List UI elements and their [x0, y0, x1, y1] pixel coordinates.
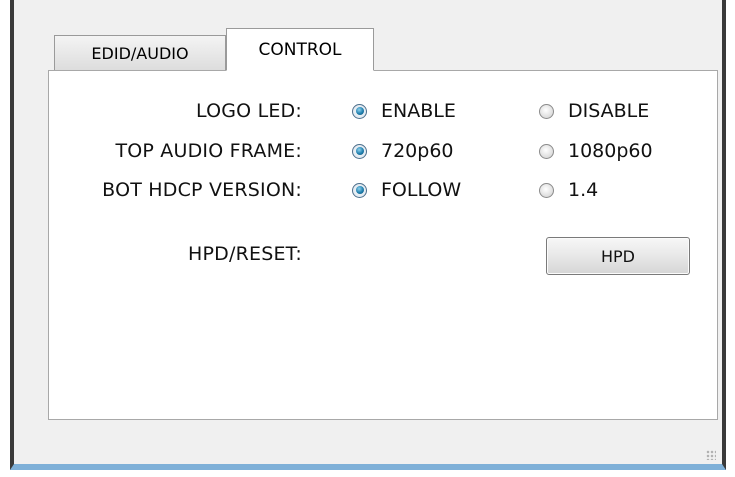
bot-hdcp-version-label: BOT HDCP VERSION: [102, 179, 302, 201]
radio-selected-dot [355, 107, 364, 115]
top-audio-720p60-radio[interactable] [352, 143, 367, 159]
tab-control[interactable]: CONTROL [226, 28, 374, 71]
top-audio-720p60-label: 720p60 [381, 140, 454, 162]
logo-led-label: LOGO LED: [195, 100, 302, 122]
logo-led-disable-label: DISABLE [568, 100, 650, 122]
hpd-reset-label: HPD/RESET: [188, 243, 302, 265]
logo-led-disable-option[interactable]: DISABLE [539, 100, 649, 122]
bot-hdcp-1-4-radio[interactable] [539, 182, 554, 198]
control-panel: LOGO LED: ENABLE DISABLE TOP AUDIO FRAME… [48, 70, 718, 420]
top-audio-frame-label: TOP AUDIO FRAME: [115, 140, 302, 162]
top-audio-1080p60-label: 1080p60 [568, 140, 653, 162]
radio-selected-dot [355, 186, 364, 194]
logo-led-enable-radio[interactable] [352, 103, 367, 119]
top-audio-1080p60-option[interactable]: 1080p60 [539, 140, 653, 162]
tab-edid-audio-label: EDID/AUDIO [91, 44, 189, 63]
logo-led-enable-label: ENABLE [381, 100, 456, 122]
top-audio-1080p60-radio[interactable] [539, 143, 554, 159]
top-audio-720p60-option[interactable]: 720p60 [352, 140, 454, 162]
resize-grip[interactable] [706, 450, 716, 460]
logo-led-enable-option[interactable]: ENABLE [352, 100, 456, 122]
radio-selected-dot [355, 147, 364, 155]
hpd-button[interactable]: HPD [546, 237, 690, 275]
bot-hdcp-1-4-option[interactable]: 1.4 [539, 179, 598, 201]
tab-control-label: CONTROL [258, 39, 342, 60]
bot-hdcp-follow-radio[interactable] [352, 182, 367, 198]
bot-hdcp-follow-option[interactable]: FOLLOW [352, 179, 461, 201]
control-window: EDID/AUDIO CONTROL LOGO LED: ENABLE DISA… [10, 0, 726, 470]
bot-hdcp-follow-label: FOLLOW [381, 179, 462, 201]
bot-hdcp-1-4-label: 1.4 [568, 179, 599, 201]
logo-led-disable-radio[interactable] [539, 103, 554, 119]
tab-edid-audio[interactable]: EDID/AUDIO [54, 35, 226, 71]
